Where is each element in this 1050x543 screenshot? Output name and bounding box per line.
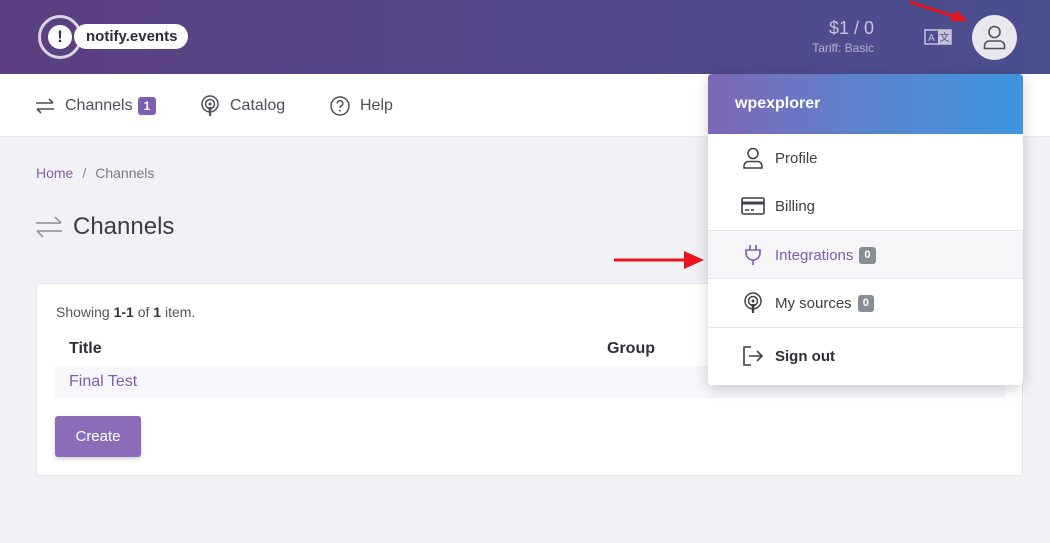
sign-out-icon [743,346,764,366]
menu-item-billing[interactable]: Billing [708,182,1023,230]
row-title-link[interactable]: Final Test [69,373,137,391]
logo[interactable]: ! notify.events [38,15,198,59]
create-button[interactable]: Create [55,416,141,457]
svg-text:A: A [928,33,935,44]
summary-total: 1 [153,304,162,320]
summary-of: of [133,304,154,320]
menu-item-profile-label: Profile [775,149,818,167]
dropdown-divider [708,327,1023,328]
nav-help-label: Help [360,97,393,114]
menu-item-profile[interactable]: Profile [708,134,1023,182]
question-circle-icon [330,96,350,116]
breadcrumb: Home / Channels [36,165,154,181]
table-summary: Showing 1-1 of 1 item. [56,304,195,320]
credit-card-icon [741,197,765,215]
annotation-arrow-integrations [614,251,704,269]
translate-icon[interactable]: A 文 [924,27,952,47]
integrations-count-badge: 0 [859,246,876,264]
menu-item-billing-label: Billing [775,197,816,215]
annotation-arrow-avatar [909,0,968,21]
summary-prefix: Showing [56,304,114,320]
user-icon [983,25,1006,50]
nav-channels[interactable]: Channels 1 [35,94,157,118]
plug-icon [745,245,761,265]
column-header-title[interactable]: Title [69,340,102,358]
nav-channels-label: Channels [65,97,133,114]
column-header-group[interactable]: Group [607,340,655,358]
menu-item-sign-out-label: Sign out [775,347,835,365]
tariff-label: Tariff: Basic [812,41,874,55]
arrows-exchange-icon [36,216,62,238]
summary-range: 1-1 [113,304,134,320]
page-title-text: Channels [73,213,175,240]
nav-catalog-label: Catalog [230,97,286,114]
logo-text: notify.events [74,24,189,49]
breadcrumb-separator: / [82,165,87,181]
podcast-icon [744,292,762,313]
podcast-icon [201,95,219,116]
nav-help[interactable]: Help [330,94,393,118]
summary-suffix: item. [161,304,196,320]
my-sources-count-badge: 0 [857,294,874,312]
user-avatar-button[interactable] [972,15,1017,60]
page-title: Channels [35,213,174,241]
user-dropdown-menu: wpexplorer Profile Billing Integrations … [708,74,1023,385]
breadcrumb-current: Channels [95,165,155,181]
menu-item-my-sources[interactable]: My sources 0 [708,279,1023,327]
arrows-exchange-icon [36,98,54,114]
nav-channels-badge: 1 [137,97,157,115]
svg-text:文: 文 [940,31,950,44]
breadcrumb-home[interactable]: Home [36,165,73,181]
menu-item-my-sources-label: My sources [775,294,852,312]
menu-item-sign-out[interactable]: Sign out [708,332,1023,380]
logo-symbol: ! [48,25,72,49]
balance-amount: $1 / 0 [828,18,874,38]
menu-item-integrations-label: Integrations [775,246,854,264]
user-icon [743,147,763,169]
balance-widget[interactable]: $1 / 0 Tariff: Basic [790,17,874,56]
menu-item-integrations[interactable]: Integrations 0 [708,231,1023,279]
nav-catalog[interactable]: Catalog [200,94,285,118]
dropdown-username: wpexplorer [708,74,1023,134]
top-header: ! notify.events $1 / 0 Tariff: Basic A 文 [0,0,1050,74]
